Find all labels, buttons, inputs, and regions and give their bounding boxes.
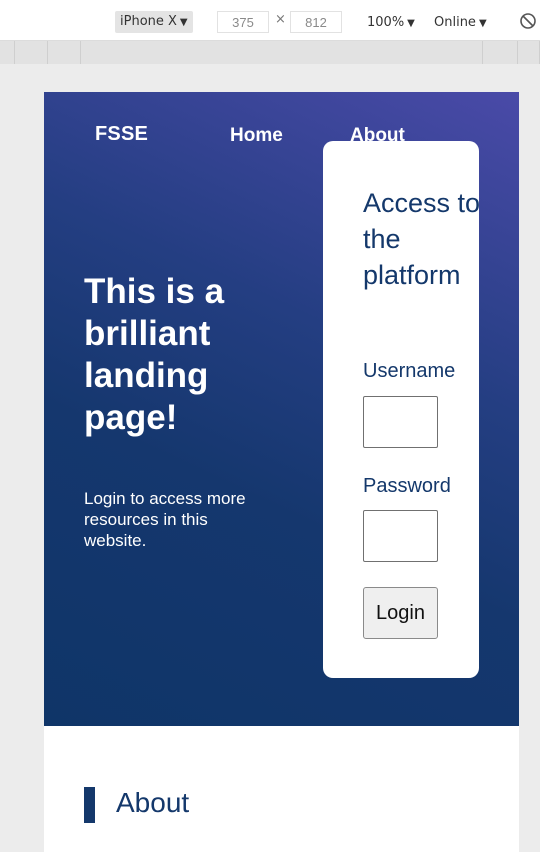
viewport-height-input[interactable]: [290, 11, 342, 33]
chevron-down-icon: ▼: [179, 17, 188, 28]
no-throttle-icon[interactable]: [519, 12, 537, 30]
about-heading: About: [116, 787, 190, 818]
media-query-segment[interactable]: [0, 41, 15, 64]
device-select[interactable]: iPhone X ▼: [115, 11, 193, 33]
media-query-ruler[interactable]: [0, 41, 540, 64]
device-viewport: FSSE Home About This is a brilliant land…: [44, 92, 519, 852]
network-value: Online: [434, 15, 476, 30]
password-input[interactable]: [363, 510, 438, 562]
media-query-segment[interactable]: [483, 41, 518, 64]
about-heading-accent-bar: [84, 787, 95, 823]
login-card: Access to the platform Username Password…: [323, 141, 479, 678]
media-query-segment[interactable]: [15, 41, 48, 64]
media-query-segment[interactable]: [48, 41, 81, 64]
username-input[interactable]: [363, 396, 438, 448]
hero-subtitle: Login to access more resources in this w…: [84, 489, 246, 550]
dimension-separator: ×: [275, 12, 286, 27]
login-card-title: Access to the platform: [363, 188, 479, 290]
media-query-segment[interactable]: [81, 41, 483, 64]
zoom-value: 100%: [367, 15, 405, 30]
chevron-down-icon: ▼: [478, 18, 487, 29]
media-query-segment[interactable]: [518, 41, 540, 64]
hero-section: FSSE Home About This is a brilliant land…: [44, 92, 519, 726]
nav-link-home[interactable]: Home: [230, 125, 283, 147]
login-button[interactable]: Login: [363, 587, 438, 639]
device-name: iPhone X: [120, 14, 177, 29]
viewport-width-input[interactable]: [217, 11, 269, 33]
password-label: Password: [363, 475, 451, 497]
chevron-down-icon: ▼: [407, 18, 415, 29]
zoom-select[interactable]: 100% ▼: [367, 12, 415, 34]
hero-title: This is a brilliant landing page!: [84, 272, 225, 437]
network-throttling-select[interactable]: Online ▼: [434, 12, 487, 34]
devtools-device-toolbar: iPhone X▼ × 100%▼ Online▼: [0, 0, 540, 41]
brand-logo[interactable]: FSSE: [95, 123, 148, 146]
username-label: Username: [363, 360, 456, 382]
